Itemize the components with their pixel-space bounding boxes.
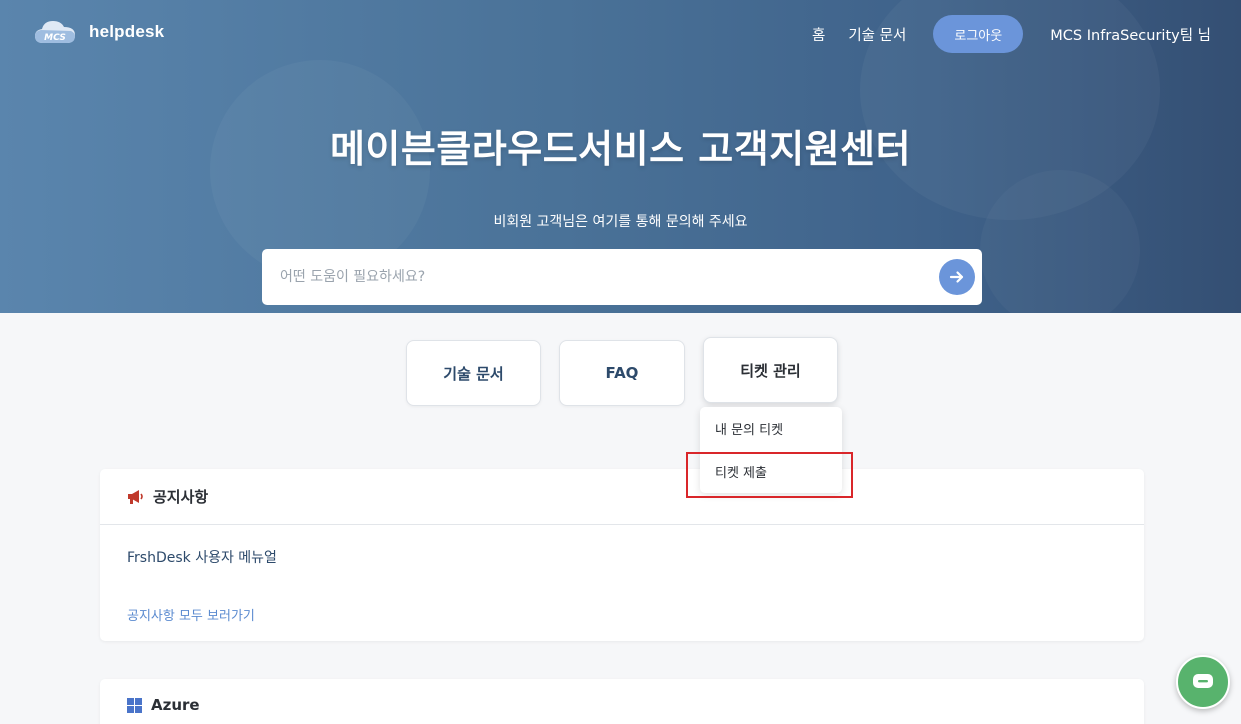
notice-header: 공지사항 xyxy=(100,469,1144,525)
hero-decoration xyxy=(980,170,1140,313)
search-submit-button[interactable] xyxy=(939,259,975,295)
menu-item-my-tickets[interactable]: 내 문의 티켓 xyxy=(700,407,842,450)
ticket-dropdown-menu: 내 문의 티켓 티켓 제출 xyxy=(700,407,842,493)
arrow-right-icon xyxy=(949,271,964,283)
notice-panel: 공지사항 FrshDesk 사용자 메뉴얼 공지사항 모두 보러가기 xyxy=(100,469,1144,641)
azure-panel: Azure xyxy=(100,679,1144,724)
notice-link[interactable]: FrshDesk 사용자 메뉴얼 xyxy=(127,547,277,567)
user-name[interactable]: MCS InfraSecurity팀 님 xyxy=(1050,24,1211,45)
docs-card[interactable]: 기술 문서 xyxy=(406,340,541,406)
faq-card[interactable]: FAQ xyxy=(559,340,685,406)
notice-title: 공지사항 xyxy=(153,488,209,506)
brand-logo-link[interactable]: MCS helpdesk xyxy=(33,17,164,47)
chat-widget-button[interactable] xyxy=(1176,655,1230,709)
page-title: 메이븐클라우드서비스 고객지원센터 xyxy=(329,127,912,171)
chat-bubble-icon xyxy=(1193,674,1213,688)
menu-item-submit-ticket[interactable]: 티켓 제출 xyxy=(700,450,842,493)
windows-icon xyxy=(127,697,142,713)
megaphone-icon xyxy=(128,489,143,504)
nav-home-link[interactable]: 홈 xyxy=(812,24,825,45)
logo-text: MCS xyxy=(44,33,66,43)
cloud-logo-icon: MCS xyxy=(33,17,77,47)
azure-title: Azure xyxy=(151,696,200,714)
hero-banner: MCS helpdesk 홈 기술 문서 로그아웃 MCS InfraSecur… xyxy=(0,0,1241,313)
top-nav: 홈 기술 문서 로그아웃 MCS InfraSecurity팀 님 xyxy=(812,15,1211,53)
search-input[interactable] xyxy=(280,250,939,304)
ticket-management-card[interactable]: 티켓 관리 xyxy=(703,337,838,403)
notice-more-link[interactable]: 공지사항 모두 보러가기 xyxy=(127,605,255,624)
hero-subtitle: 비회원 고객님은 여기를 통해 문의해 주세요 xyxy=(493,214,748,230)
brand-name: helpdesk xyxy=(89,22,165,41)
nav-docs-link[interactable]: 기술 문서 xyxy=(848,24,906,45)
logout-button[interactable]: 로그아웃 xyxy=(933,15,1024,53)
azure-header: Azure xyxy=(100,679,1144,724)
search-bar xyxy=(262,249,982,305)
